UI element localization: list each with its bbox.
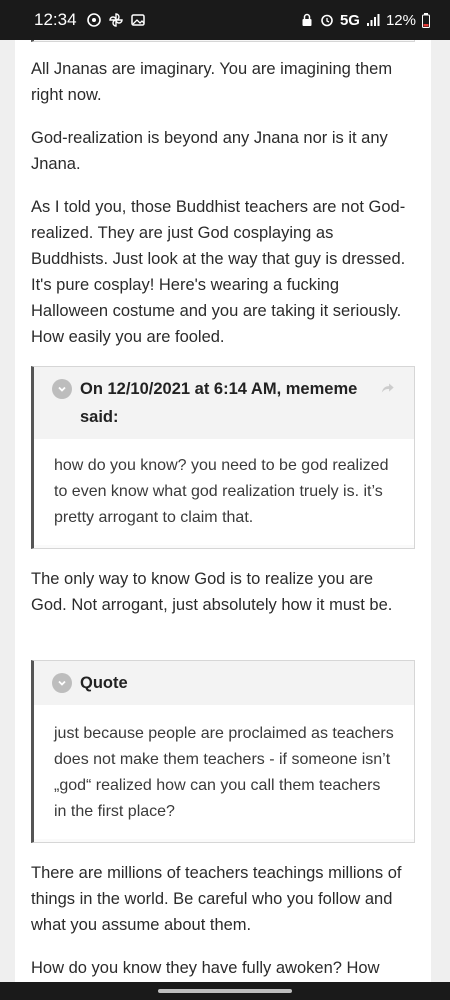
gallery-icon	[130, 14, 145, 26]
quote-attribution: Quote	[80, 674, 128, 692]
network-type: 5G	[339, 11, 360, 29]
notification-icons	[86, 13, 145, 27]
forum-page[interactable]: All Jnanas are imaginary. You are imagin…	[0, 40, 450, 982]
navigation-bar	[0, 982, 450, 1000]
post-paragraph: The only way to know God is to realize y…	[31, 570, 393, 614]
post-paragraph: As I told you, those Buddhist teachers a…	[31, 198, 406, 346]
post-paragraph: How do you know they have fully awoken? …	[31, 959, 380, 977]
post-paragraph: God-realization is beyond any Jnana nor …	[31, 129, 388, 173]
quote-header[interactable]: Quote	[34, 661, 414, 705]
previous-quote-block	[31, 40, 415, 42]
signal-icon	[366, 14, 380, 26]
lock-icon	[302, 13, 312, 26]
quote-block: Quote just because people are proclaimed…	[31, 660, 415, 843]
forum-post: All Jnanas are imaginary. You are imagin…	[15, 40, 431, 982]
quote-attribution: On 12/10/2021 at 6:14 AM, mememe said:	[80, 380, 358, 426]
app-notification-icon	[86, 13, 101, 27]
status-time: 12:34	[34, 10, 77, 29]
alarm-icon	[321, 14, 333, 27]
pinwheel-icon	[108, 13, 123, 27]
share-arrow-icon[interactable]	[380, 379, 396, 397]
post-paragraph: There are millions of teachers teachings…	[31, 864, 402, 934]
battery-percent: 12%	[385, 11, 416, 29]
chevron-down-icon[interactable]	[52, 673, 72, 693]
post-paragraph: All Jnanas are imaginary. You are imagin…	[31, 60, 393, 104]
home-gesture-handle[interactable]	[158, 989, 292, 993]
battery-icon	[422, 12, 430, 28]
quote-text: how do you know? you need to be god real…	[34, 439, 414, 545]
system-icons: 5G 12%	[300, 12, 430, 29]
chevron-down-icon[interactable]	[52, 379, 72, 399]
status-bar: 12:34 5G 12%	[0, 0, 450, 40]
quote-text: just because people are proclaimed as te…	[34, 705, 414, 839]
quote-block: On 12/10/2021 at 6:14 AM, mememe said: h…	[31, 366, 415, 549]
quote-header[interactable]: On 12/10/2021 at 6:14 AM, mememe said:	[34, 367, 414, 439]
